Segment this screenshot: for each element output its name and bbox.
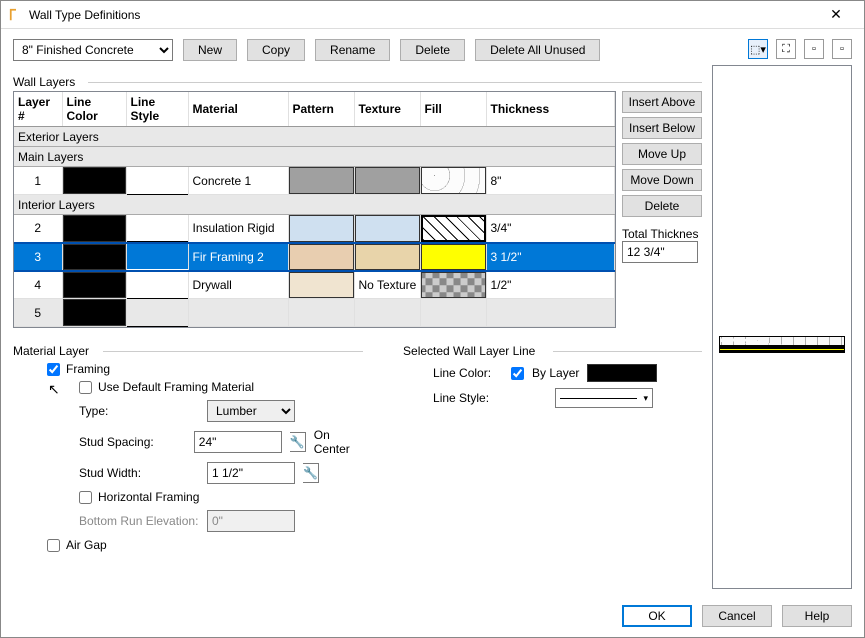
section-interior: Interior Layers	[14, 195, 615, 215]
move-down-button[interactable]: Move Down	[622, 169, 702, 191]
delete-layer-button[interactable]: Delete	[622, 195, 702, 217]
col-fill: Fill	[420, 92, 486, 127]
wall-layers-table[interactable]: Layer # Line Color Line Style Material P…	[14, 92, 615, 327]
by-layer-checkbox[interactable]	[511, 367, 524, 380]
col-material: Material	[188, 92, 288, 127]
close-icon[interactable]: ✕	[816, 6, 856, 23]
app-icon	[9, 8, 23, 22]
new-button[interactable]: New	[183, 39, 237, 61]
wall-preview	[712, 65, 852, 589]
toolbar-icon-3[interactable]: ▫	[804, 39, 824, 59]
toolbar-icon-4[interactable]: ▫	[832, 39, 852, 59]
move-up-button[interactable]: Move Up	[622, 143, 702, 165]
col-texture: Texture	[354, 92, 420, 127]
horizontal-framing-checkbox[interactable]	[79, 491, 92, 504]
bottom-run-elevation-input	[207, 510, 295, 532]
stud-spacing-input[interactable]	[194, 431, 282, 453]
insert-below-button[interactable]: Insert Below	[622, 117, 702, 139]
table-row[interactable]: 5	[14, 299, 615, 327]
table-row[interactable]: 1 Concrete 1 8"	[14, 167, 615, 195]
insert-above-button[interactable]: Insert Above	[622, 91, 702, 113]
copy-button[interactable]: Copy	[247, 39, 305, 61]
chevron-down-icon: ▾	[643, 393, 648, 404]
section-main: Main Layers	[14, 147, 615, 167]
air-gap-checkbox[interactable]	[47, 539, 60, 552]
fit-icon[interactable]: ⛶	[776, 39, 796, 59]
framing-label: Framing	[66, 362, 110, 376]
table-row[interactable]: 4 Drywall No Texture 1/2"	[14, 271, 615, 299]
ok-button[interactable]: OK	[622, 605, 692, 627]
material-layer-label: Material Layer	[13, 344, 363, 358]
col-linestyle: Line Style	[126, 92, 188, 127]
delete-unused-button[interactable]: Delete All Unused	[475, 39, 600, 61]
wall-layers-label: Wall Layers	[13, 75, 702, 89]
total-thickness-value[interactable]	[622, 241, 698, 263]
col-thickness: Thickness	[486, 92, 615, 127]
delete-button[interactable]: Delete	[400, 39, 465, 61]
selected-line-label: Selected Wall Layer Line	[403, 344, 702, 358]
table-row[interactable]: 2 Insulation Rigid 3/4"	[14, 215, 615, 243]
help-button[interactable]: Help	[782, 605, 852, 627]
line-color-swatch[interactable]	[587, 364, 657, 382]
col-layer: Layer #	[14, 92, 62, 127]
line-style-select[interactable]: ▾	[555, 388, 653, 408]
framing-checkbox[interactable]	[47, 363, 60, 376]
rename-button[interactable]: Rename	[315, 39, 390, 61]
window-title: Wall Type Definitions	[29, 8, 816, 22]
table-row-selected[interactable]: 3 Fir Framing 2 3 1/2"	[14, 243, 615, 271]
col-pattern: Pattern	[288, 92, 354, 127]
wrench-icon[interactable]: 🔧	[303, 463, 319, 483]
total-thickness-label: Total Thicknes	[622, 227, 702, 241]
cancel-button[interactable]: Cancel	[702, 605, 772, 627]
wrench-icon[interactable]: 🔧	[290, 432, 306, 452]
framing-type-select[interactable]: Lumber	[207, 400, 295, 422]
stud-width-input[interactable]	[207, 462, 295, 484]
toolbar-icon-1[interactable]: ⬚▾	[748, 39, 768, 59]
use-default-framing-checkbox[interactable]	[79, 381, 92, 394]
wall-type-select[interactable]: 8" Finished Concrete	[13, 39, 173, 61]
section-exterior: Exterior Layers	[14, 127, 615, 147]
col-linecolor: Line Color	[62, 92, 126, 127]
